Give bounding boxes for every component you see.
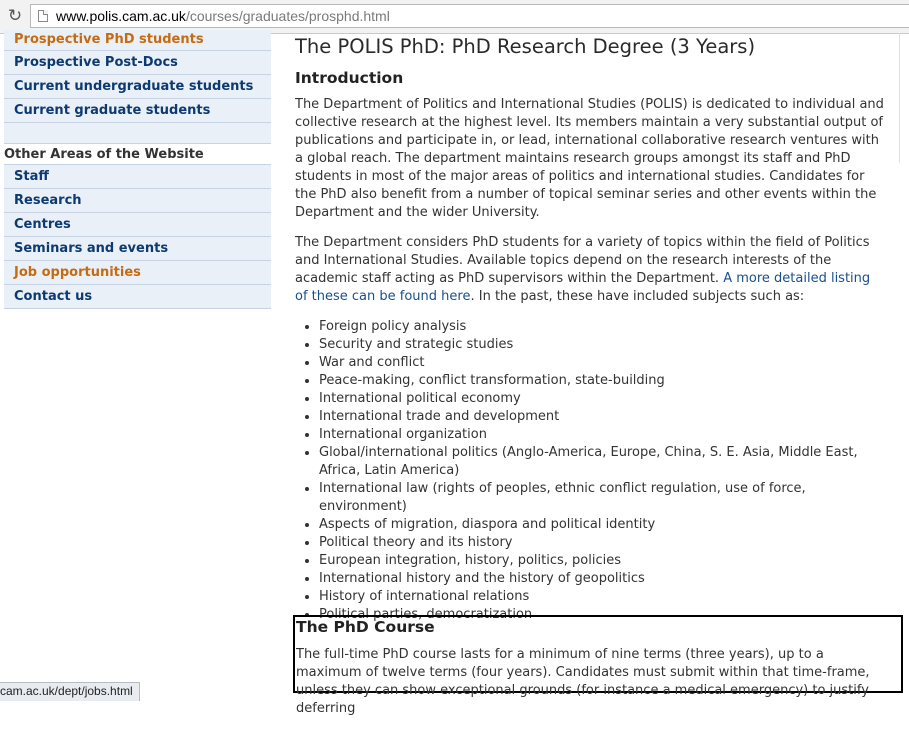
topic-item: International law (rights of peoples, et… — [319, 480, 885, 516]
page-icon — [38, 10, 48, 22]
sidebar-item-seminars[interactable]: Seminars and events — [4, 237, 271, 261]
topic-item: Aspects of migration, diaspora and polit… — [319, 516, 885, 534]
topic-item: History of international relations — [319, 588, 885, 606]
topic-item: Global/international politics (Anglo-Ame… — [319, 444, 885, 480]
sidebar-heading-other-areas: Other Areas of the Website — [4, 144, 271, 165]
topic-item: International political economy — [319, 390, 885, 408]
topic-item: War and conflict — [319, 354, 885, 372]
topic-item: Political theory and its history — [319, 534, 885, 552]
intro-paragraph-1: The Department of Politics and Internati… — [295, 97, 884, 220]
topics-list: Foreign policy analysis Security and str… — [295, 318, 885, 624]
url-domain: www.polis.cam.ac.uk — [56, 8, 186, 24]
sidebar-nav: Prospective PhD students Prospective Pos… — [4, 30, 271, 309]
sidebar-item-current-undergraduate[interactable]: Current undergraduate students — [4, 75, 271, 99]
url-text: www.polis.cam.ac.uk/courses/graduates/pr… — [56, 8, 390, 25]
url-field[interactable]: www.polis.cam.ac.uk/courses/graduates/pr… — [30, 4, 909, 28]
url-path: /courses/graduates/prosphd.html — [185, 8, 390, 24]
topic-item: Foreign policy analysis — [319, 318, 885, 336]
sidebar-item-centres[interactable]: Centres — [4, 213, 271, 237]
topic-item: International history and the history of… — [319, 570, 885, 588]
sidebar-item-contact[interactable]: Contact us — [4, 285, 271, 309]
course-heading: The PhD Course — [296, 618, 435, 636]
topic-item: Security and strategic studies — [319, 336, 885, 354]
sidebar-spacer — [4, 123, 271, 144]
reload-icon[interactable]: ↻ — [5, 6, 25, 26]
intro-paragraph-2-tail: . In the past, these have included subje… — [470, 289, 805, 304]
address-bar: ↻ www.polis.cam.ac.uk/courses/graduates/… — [0, 0, 909, 34]
sidebar-item-research[interactable]: Research — [4, 189, 271, 213]
intro-paragraph-2: The Department considers PhD students fo… — [295, 234, 885, 306]
sidebar-item-job-opportunities[interactable]: Job opportunities — [4, 261, 271, 285]
course-paragraph-1: The full-time PhD course lasts for a min… — [296, 647, 870, 716]
scrollbar[interactable] — [899, 33, 909, 163]
topic-item: European integration, history, politics,… — [319, 552, 885, 570]
status-bar: cam.ac.uk/dept/jobs.html — [0, 682, 140, 701]
page-title: The POLIS PhD: PhD Research Degree (3 Ye… — [295, 35, 756, 58]
sidebar-item-prospective-postdocs[interactable]: Prospective Post-Docs — [4, 51, 271, 75]
main-content: The POLIS PhD: PhD Research Degree (3 Ye… — [295, 33, 885, 634]
topic-item: International organization — [319, 426, 885, 444]
topic-item: Peace-making, conflict transformation, s… — [319, 372, 885, 390]
sidebar-item-prospective-phd[interactable]: Prospective PhD students — [4, 30, 271, 51]
phd-course-section: The PhD Course The full-time PhD course … — [296, 617, 886, 730]
sidebar-item-staff[interactable]: Staff — [4, 165, 271, 189]
intro-heading: Introduction — [295, 69, 404, 87]
topic-item: International trade and development — [319, 408, 885, 426]
sidebar-item-current-graduate[interactable]: Current graduate students — [4, 99, 271, 123]
